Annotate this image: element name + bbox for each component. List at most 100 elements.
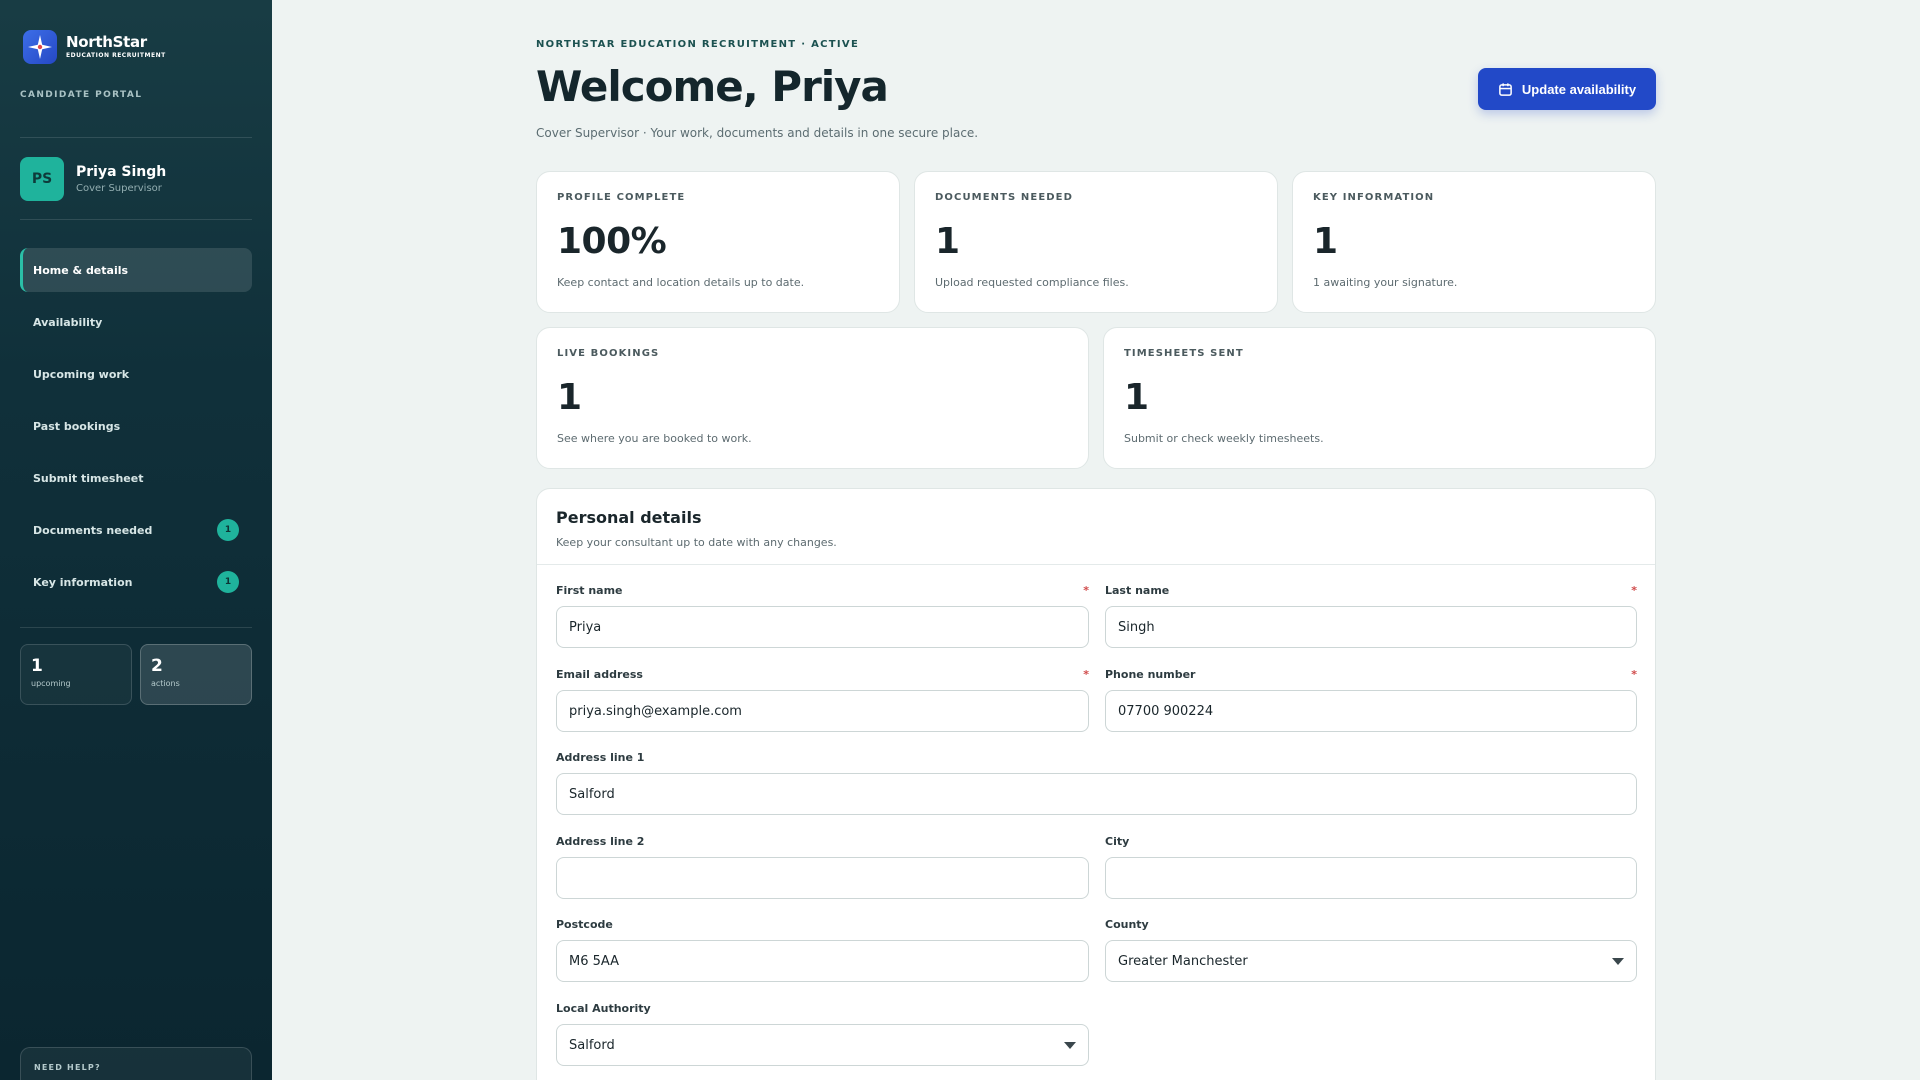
portal-label: CANDIDATE PORTAL xyxy=(20,90,143,100)
chevron-down-icon xyxy=(1064,1041,1076,1049)
status-eyebrow: NORTHSTAR EDUCATION RECRUITMENT · ACTIVE xyxy=(536,39,860,50)
address-line-2-group: Address line 2 xyxy=(556,835,1089,899)
card-description: Keep contact and location details up to … xyxy=(557,276,805,289)
field-label: Last name xyxy=(1105,584,1170,597)
card-label: DOCUMENTS NEEDED xyxy=(935,192,1073,203)
sidebar-item-upcoming-work[interactable]: Upcoming work xyxy=(20,352,252,396)
panel-title: Personal details xyxy=(556,508,702,527)
card-description: Upload requested compliance files. xyxy=(935,276,1129,289)
timesheets-sent-card[interactable]: TIMESHEETS SENT 1 Submit or check weekly… xyxy=(1103,327,1656,469)
county-selected-value: Greater Manchester xyxy=(1118,953,1248,969)
required-marker: * xyxy=(1631,668,1637,681)
sidebar-item-label: Home & details xyxy=(33,263,129,277)
actions-stat[interactable]: 2 actions xyxy=(140,644,252,705)
sidebar-item-home-details[interactable]: Home & details xyxy=(20,248,252,292)
local-authority-group: Local Authority Salford xyxy=(556,1002,1089,1066)
sidebar-item-documents-needed[interactable]: Documents needed 1 xyxy=(20,508,252,552)
local-authority-selected-value: Salford xyxy=(569,1037,615,1053)
count-badge: 1 xyxy=(217,519,239,541)
sidebar-item-label: Upcoming work xyxy=(33,367,130,381)
update-availability-label: Update availability xyxy=(1521,81,1637,97)
card-value: 100% xyxy=(557,221,667,262)
brand-logo[interactable]: NorthStar EDUCATION RECRUITMENT xyxy=(23,30,166,64)
card-value: 1 xyxy=(1313,221,1338,262)
card-description: See where you are booked to work. xyxy=(557,432,752,445)
profile-complete-card[interactable]: PROFILE COMPLETE 100% Keep contact and l… xyxy=(536,171,900,313)
update-availability-button[interactable]: Update availability xyxy=(1478,68,1656,110)
address-line-2-input[interactable] xyxy=(556,857,1089,899)
divider xyxy=(20,627,252,628)
phone-group: Phone number * xyxy=(1105,668,1637,732)
card-value: 1 xyxy=(1124,377,1149,418)
sidebar-item-label: Key information xyxy=(33,575,133,589)
card-label: TIMESHEETS SENT xyxy=(1124,348,1244,359)
divider xyxy=(20,137,252,138)
county-select[interactable]: Greater Manchester xyxy=(1105,940,1637,982)
upcoming-stat[interactable]: 1 upcoming xyxy=(20,644,132,705)
city-group: City xyxy=(1105,835,1637,899)
field-label: Email address xyxy=(556,668,643,681)
count-badge: 1 xyxy=(217,571,239,593)
help-box[interactable]: NEED HELP? xyxy=(20,1047,252,1080)
field-label: Address line 1 xyxy=(556,751,645,764)
personal-details-panel: Personal details Keep your consultant up… xyxy=(536,488,1656,1080)
field-label: First name xyxy=(556,584,623,597)
sidebar: NorthStar EDUCATION RECRUITMENT CANDIDAT… xyxy=(0,0,272,1080)
live-bookings-card[interactable]: LIVE BOOKINGS 1 See where you are booked… xyxy=(536,327,1089,469)
sidebar-item-label: Submit timesheet xyxy=(33,471,144,485)
profile-role: Cover Supervisor xyxy=(76,183,162,194)
help-label: NEED HELP? xyxy=(34,1063,101,1072)
key-information-card[interactable]: KEY INFORMATION 1 1 awaiting your signat… xyxy=(1292,171,1656,313)
last-name-group: Last name * xyxy=(1105,584,1637,648)
quick-stats: 1 upcoming 2 actions xyxy=(20,644,252,705)
stat-label: actions xyxy=(151,679,180,688)
local-authority-select[interactable]: Salford xyxy=(556,1024,1089,1066)
email-group: Email address * xyxy=(556,668,1089,732)
address-line-1-group: Address line 1 xyxy=(556,751,1637,815)
sidebar-item-key-information[interactable]: Key information 1 xyxy=(20,560,252,604)
field-label: City xyxy=(1105,835,1130,848)
sidebar-item-label: Availability xyxy=(33,315,103,329)
field-label: Local Authority xyxy=(556,1002,651,1015)
postcode-group: Postcode xyxy=(556,918,1089,982)
phone-input[interactable] xyxy=(1105,690,1637,732)
card-label: KEY INFORMATION xyxy=(1313,192,1435,203)
field-label: Address line 2 xyxy=(556,835,645,848)
page-subtitle: Cover Supervisor · Your work, documents … xyxy=(536,126,979,140)
city-input[interactable] xyxy=(1105,857,1637,899)
star-logo-icon xyxy=(23,30,57,64)
brand-name: NorthStar xyxy=(66,33,147,51)
sidebar-item-submit-timesheet[interactable]: Submit timesheet xyxy=(20,456,252,500)
card-label: LIVE BOOKINGS xyxy=(557,348,660,359)
email-input[interactable] xyxy=(556,690,1089,732)
card-description: 1 awaiting your signature. xyxy=(1313,276,1458,289)
sidebar-item-availability[interactable]: Availability xyxy=(20,300,252,344)
divider xyxy=(20,219,252,220)
profile-summary: PS Priya Singh Cover Supervisor xyxy=(20,157,166,201)
required-marker: * xyxy=(1631,584,1637,597)
card-label: PROFILE COMPLETE xyxy=(557,192,686,203)
field-label: Postcode xyxy=(556,918,613,931)
field-label: Phone number xyxy=(1105,668,1196,681)
stat-label: upcoming xyxy=(31,679,71,688)
required-marker: * xyxy=(1083,668,1089,681)
card-value: 1 xyxy=(557,377,582,418)
field-label: County xyxy=(1105,918,1149,931)
stat-value: 1 xyxy=(31,656,43,676)
stat-value: 2 xyxy=(151,656,163,676)
documents-needed-card[interactable]: DOCUMENTS NEEDED 1 Upload requested comp… xyxy=(914,171,1278,313)
sidebar-item-label: Documents needed xyxy=(33,523,153,537)
address-line-1-input[interactable] xyxy=(556,773,1637,815)
avatar: PS xyxy=(20,157,64,201)
sidebar-item-past-bookings[interactable]: Past bookings xyxy=(20,404,252,448)
last-name-input[interactable] xyxy=(1105,606,1637,648)
first-name-input[interactable] xyxy=(556,606,1089,648)
card-description: Submit or check weekly timesheets. xyxy=(1124,432,1324,445)
chevron-down-icon xyxy=(1612,957,1624,965)
brand-subtitle: EDUCATION RECRUITMENT xyxy=(66,52,166,59)
required-marker: * xyxy=(1083,584,1089,597)
county-group: County Greater Manchester xyxy=(1105,918,1637,982)
first-name-group: First name * xyxy=(556,584,1089,648)
sidebar-item-label: Past bookings xyxy=(33,419,121,433)
postcode-input[interactable] xyxy=(556,940,1089,982)
